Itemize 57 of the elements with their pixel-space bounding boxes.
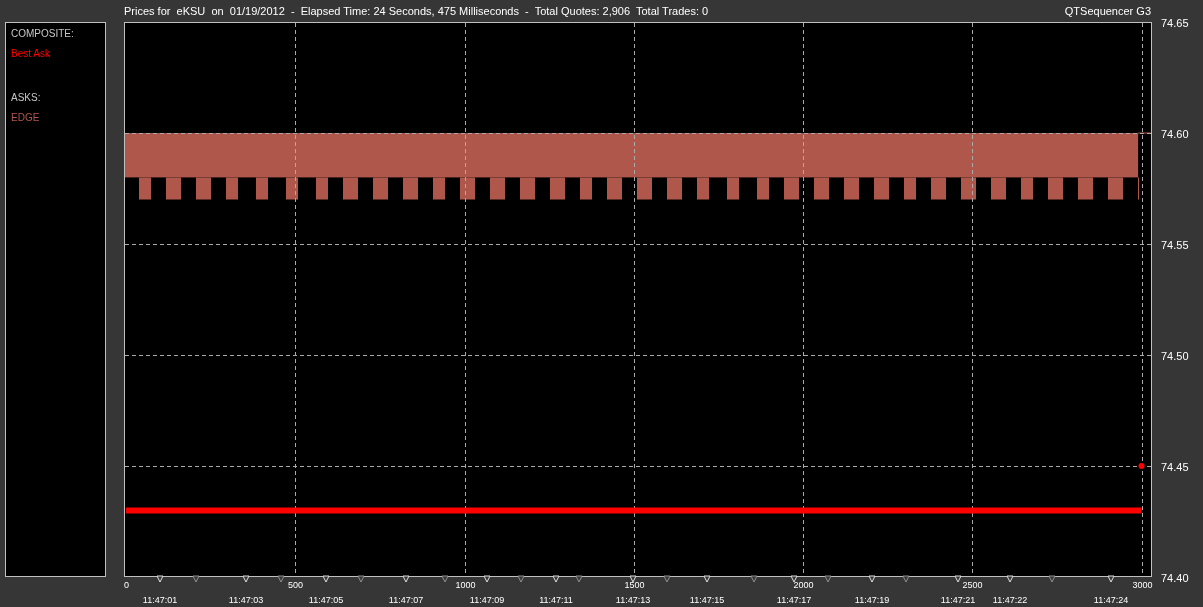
time-marker-icon	[483, 575, 491, 583]
price-level-line	[1137, 132, 1152, 134]
time-label: 11:47:22	[992, 595, 1028, 605]
time-marker-icon	[242, 575, 250, 583]
legend-heading: COMPOSITE:	[11, 27, 75, 41]
y-axis-label: 74.55	[1161, 239, 1189, 251]
time-label: 11:47:17	[776, 595, 812, 605]
legend-label: Best Ask	[11, 47, 51, 61]
app-name: QTSequencer G3	[1064, 3, 1151, 19]
time-marker-icon	[663, 575, 671, 583]
time-marker-icon	[1107, 575, 1115, 583]
x-axis-label: 1000	[455, 580, 476, 590]
time-marker-icon	[868, 575, 876, 583]
time-marker-icon	[192, 575, 200, 583]
legend-heading: ASKS:	[11, 91, 42, 105]
time-label: 11:47:09	[469, 595, 505, 605]
time-label: 11:47:19	[854, 595, 890, 605]
y-axis-label: 74.60	[1161, 128, 1189, 140]
time-marker-icon	[402, 575, 410, 583]
chart-title: Prices for eKSU on 01/19/2012 - Elapsed Time: 24 Seconds, 475 Milliseconds - Total Quotes: 2,906 Total Trades: 0	[124, 3, 709, 19]
time-label: 11:47:03	[228, 595, 264, 605]
time-marker-icon	[156, 575, 164, 583]
time-label: 11:47:01	[142, 595, 178, 605]
time-label: 11:47:21	[940, 595, 976, 605]
time-marker-icon	[703, 575, 711, 583]
time-label: 11:47:05	[308, 595, 344, 605]
time-marker-icon	[441, 575, 449, 583]
x-axis-label: 1500	[624, 580, 645, 590]
time-marker-icon	[790, 575, 798, 583]
time-marker-icon	[902, 575, 910, 583]
y-axis-label: 74.65	[1161, 17, 1189, 29]
time-marker-icon	[954, 575, 962, 583]
time-label: 11:47:07	[388, 595, 424, 605]
time-marker-icon	[824, 575, 832, 583]
time-marker-icon	[629, 575, 637, 583]
x-axis-label: 0	[124, 580, 129, 590]
time-marker-icon	[357, 575, 365, 583]
legend-label: EDGE	[11, 111, 41, 125]
y-axis-label: 74.40	[1161, 572, 1189, 584]
time-label: 11:47:15	[689, 595, 725, 605]
time-label: 11:47:24	[1093, 595, 1129, 605]
time-marker-icon	[1006, 575, 1014, 583]
x-axis-label: 2000	[793, 580, 814, 590]
time-marker-icon	[1048, 575, 1056, 583]
time-marker-icon	[517, 575, 525, 583]
y-axis-label: 74.45	[1161, 461, 1189, 473]
x-axis-label: 500	[288, 580, 303, 590]
x-axis-label: 2500	[962, 580, 983, 590]
time-marker-icon	[552, 575, 560, 583]
time-marker-icon	[277, 575, 285, 583]
time-marker-icon	[750, 575, 758, 583]
time-marker-icon	[575, 575, 583, 583]
time-label: 11:47:13	[615, 595, 651, 605]
y-axis-label: 74.50	[1161, 350, 1189, 362]
time-label: 11:47:11	[539, 595, 573, 605]
x-axis-label: 3000	[1132, 580, 1153, 590]
time-marker-icon	[322, 575, 330, 583]
